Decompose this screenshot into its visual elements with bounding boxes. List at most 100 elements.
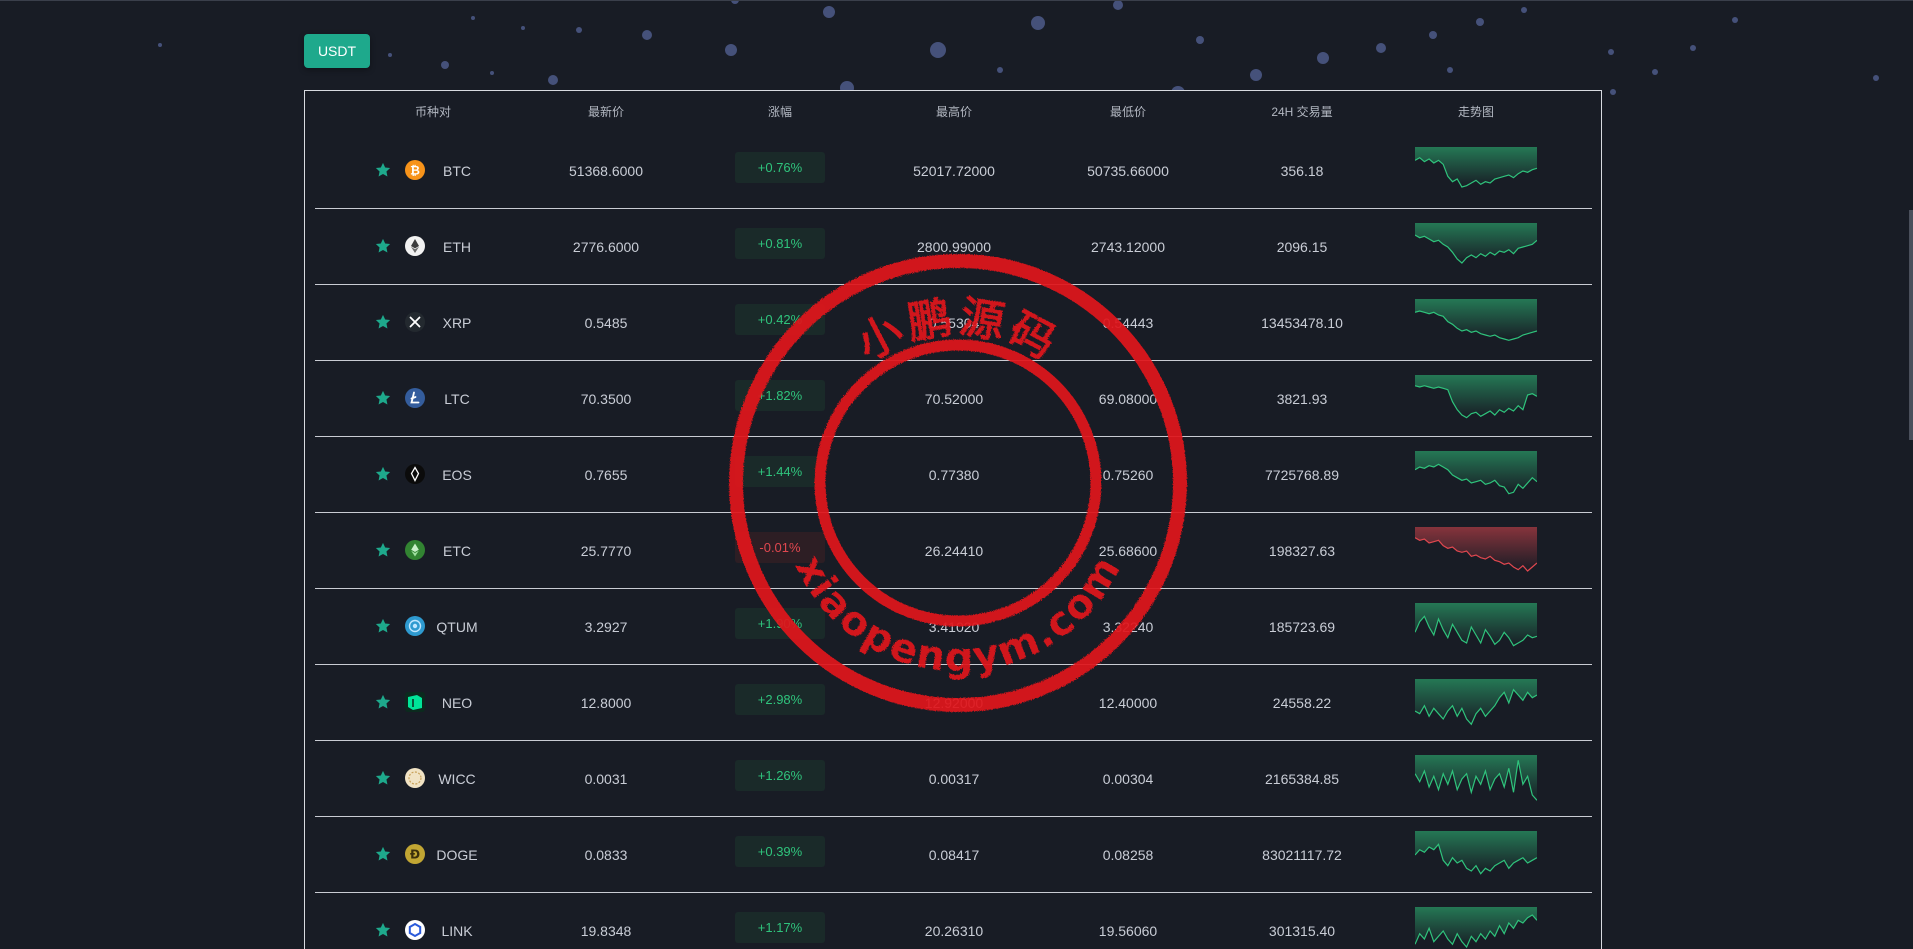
column-header-pair[interactable]: 币种对 (415, 91, 451, 133)
low-price: 2743.12000 (1091, 239, 1165, 255)
table-row[interactable]: LTC 70.3500 +1.82% 70.52000 69.08000 3821.93 (315, 361, 1592, 437)
background-star-dot (997, 67, 1003, 73)
background-star-dot (1317, 52, 1329, 64)
page: USDT 币种对 最新价 涨幅 最高价 最低价 24H 交易量 走势图 ₿ BTC… (0, 0, 1913, 949)
volume-24h: 83021117.72 (1262, 847, 1342, 863)
latest-price: 70.3500 (580, 391, 632, 407)
page-scrollbar[interactable] (1909, 210, 1913, 440)
background-star-dot (1447, 67, 1453, 73)
volume-24h: 356.18 (1280, 163, 1324, 179)
low-price: 0.08258 (1102, 847, 1154, 863)
background-star-dot (1608, 49, 1614, 55)
latest-price: 0.5485 (584, 315, 628, 331)
trend-sparkline (1414, 831, 1538, 879)
trend-sparkline (1414, 755, 1538, 803)
background-star-dot (725, 44, 737, 56)
table-row[interactable]: LINK 19.8348 +1.17% 20.26310 19.56060 301315.… (315, 893, 1592, 949)
table-header: 币种对 最新价 涨幅 最高价 最低价 24H 交易量 走势图 (305, 91, 1601, 133)
column-header-low[interactable]: 最低价 (1110, 91, 1146, 133)
high-price: 0.55304 (928, 315, 980, 331)
background-star-dot (1429, 31, 1437, 39)
change-badge: +0.39% (735, 836, 825, 867)
volume-24h: 198327.63 (1268, 543, 1336, 559)
coin-symbol: WICC (438, 771, 476, 787)
favorite-star-icon[interactable] (374, 845, 392, 863)
background-star-dot (521, 26, 525, 30)
low-price: 50735.66000 (1087, 163, 1169, 179)
favorite-star-icon[interactable] (374, 313, 392, 331)
coin-symbol: DOGE (436, 847, 478, 863)
background-star-dot (576, 27, 582, 33)
favorite-star-icon[interactable] (374, 617, 392, 635)
table-row[interactable]: ETH 2776.6000 +0.81% 2800.99000 2743.12000 20… (315, 209, 1592, 285)
favorite-star-icon[interactable] (374, 921, 392, 939)
favorite-star-icon[interactable] (374, 237, 392, 255)
favorite-star-icon[interactable] (374, 769, 392, 787)
volume-24h: 2165384.85 (1265, 771, 1339, 787)
qtum-icon (405, 616, 425, 636)
table-row[interactable]: ₿ BTC 51368.6000 +0.76% 52017.72000 50735.660… (315, 133, 1592, 209)
table-row[interactable]: WICC 0.0031 +1.26% 0.00317 0.00304 2165384.85 (315, 741, 1592, 817)
table-row[interactable]: ETC 25.7770 -0.01% 26.24410 25.68600 198327.6… (315, 513, 1592, 589)
table-row[interactable]: EOS 0.7655 +1.44% 0.77380 0.75260 7725768.89 (315, 437, 1592, 513)
background-star-dot (490, 71, 494, 75)
column-header-high[interactable]: 最高价 (936, 91, 972, 133)
high-price: 0.77380 (928, 467, 980, 483)
change-badge: +0.81% (735, 228, 825, 259)
change-badge: +1.17% (735, 912, 825, 943)
change-badge: -0.01% (735, 532, 825, 563)
coin-symbol: ETH (443, 239, 471, 255)
column-header-change[interactable]: 涨幅 (768, 91, 792, 133)
table-row[interactable]: QTUM 3.2927 +1.90% 3.41020 3.32240 185723.69 (315, 589, 1592, 665)
quote-tab-usdt[interactable]: USDT (304, 34, 370, 68)
high-price: 70.52000 (924, 391, 984, 407)
column-header-latest-price[interactable]: 最新价 (588, 91, 624, 133)
table-row[interactable]: XRP 0.5485 +0.42% 0.55304 0.54443 13453478.10 (315, 285, 1592, 361)
etc-icon (405, 540, 425, 560)
table-row[interactable]: NEO 12.8000 +2.98% 12.92000 12.40000 24558.22 (315, 665, 1592, 741)
wicc-icon (405, 768, 425, 788)
favorite-star-icon[interactable] (374, 465, 392, 483)
background-star-dot (1196, 36, 1204, 44)
high-price: 52017.72000 (913, 163, 995, 179)
volume-24h: 13453478.10 (1261, 315, 1343, 331)
high-price: 0.00317 (928, 771, 980, 787)
background-star-dot (158, 43, 162, 47)
litecoin-icon (405, 388, 425, 408)
latest-price: 0.0031 (584, 771, 628, 787)
bitcoin-icon: ₿ (405, 160, 425, 180)
change-badge: +0.76% (735, 152, 825, 183)
background-star-dot (1031, 16, 1045, 30)
trend-sparkline (1414, 679, 1538, 727)
change-badge: +2.98% (735, 684, 825, 715)
latest-price: 12.8000 (580, 695, 632, 711)
favorite-star-icon[interactable] (374, 389, 392, 407)
favorite-star-icon[interactable] (374, 161, 392, 179)
low-price: 0.54443 (1102, 315, 1154, 331)
column-header-volume[interactable]: 24H 交易量 (1271, 91, 1332, 133)
change-badge: +1.44% (735, 456, 825, 487)
background-star-dot (1690, 45, 1696, 51)
chainlink-icon (405, 920, 425, 940)
favorite-star-icon[interactable] (374, 693, 392, 711)
latest-price: 0.0833 (584, 847, 628, 863)
high-price: 20.26310 (924, 923, 984, 939)
favorite-star-icon[interactable] (374, 541, 392, 559)
low-price: 12.40000 (1098, 695, 1158, 711)
change-badge: +1.82% (735, 380, 825, 411)
coin-symbol: QTUM (436, 619, 478, 635)
low-price: 0.00304 (1102, 771, 1154, 787)
coin-symbol: LINK (441, 923, 473, 939)
background-star-dot (1376, 43, 1386, 53)
table-row[interactable]: Ð DOGE 0.0833 +0.39% 0.08417 0.08258 83021117.… (315, 817, 1592, 893)
background-star-dot (1610, 89, 1616, 95)
background-star-dot (642, 30, 652, 40)
market-table: 币种对 最新价 涨幅 最高价 最低价 24H 交易量 走势图 ₿ BTC 51368… (304, 90, 1602, 949)
background-star-dot (823, 6, 835, 18)
latest-price: 2776.6000 (572, 239, 640, 255)
coin-symbol: LTC (444, 391, 470, 407)
high-price: 0.08417 (928, 847, 980, 863)
top-border (0, 0, 1913, 1)
trend-sparkline (1414, 375, 1538, 423)
background-star-dot (1521, 7, 1527, 13)
